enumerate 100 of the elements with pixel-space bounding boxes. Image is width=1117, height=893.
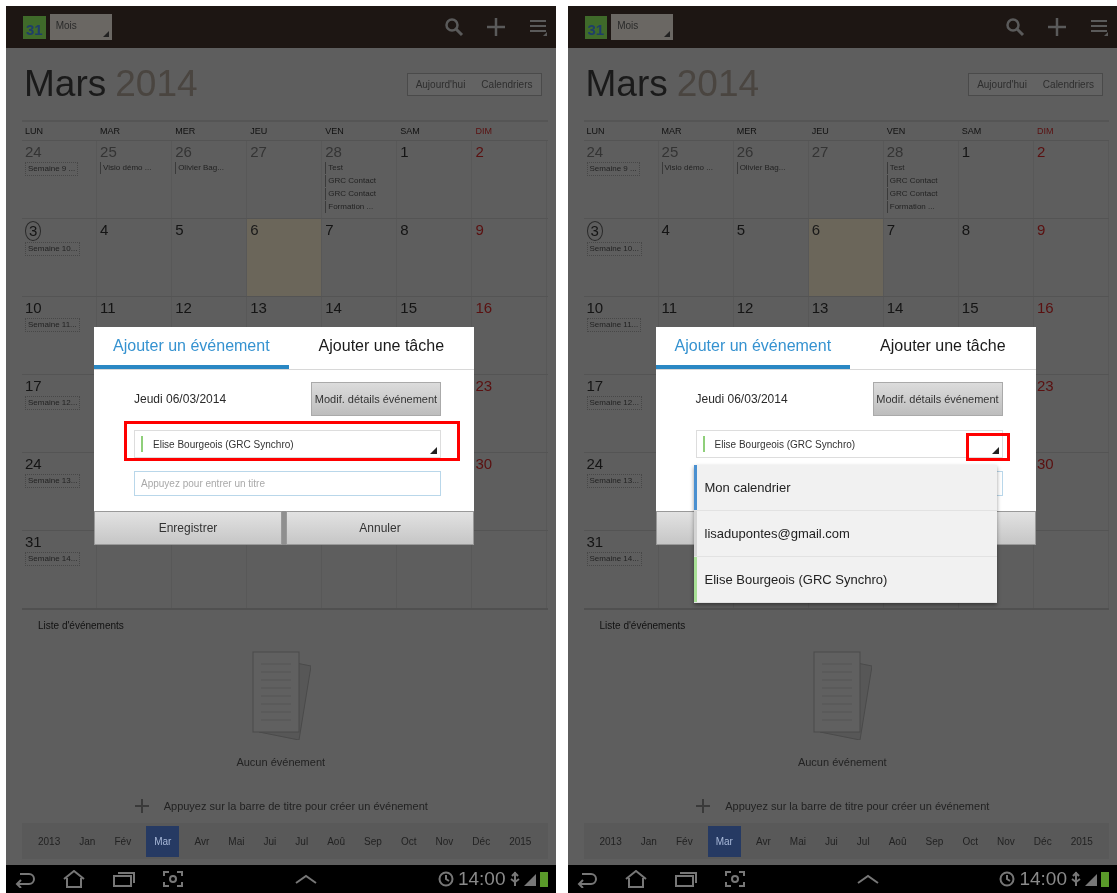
calendar-option[interactable]: Elise Bourgeois (GRC Synchro) — [696, 572, 888, 587]
day-number[interactable]: 24 — [25, 455, 42, 473]
dialog-button[interactable]: Enregistrer — [94, 511, 282, 545]
weekday-label: MER — [174, 125, 197, 138]
home-icon[interactable] — [62, 870, 86, 888]
alarm-icon — [437, 871, 454, 887]
dialog-button[interactable]: Annuler — [286, 511, 474, 545]
dialog-tab[interactable]: Ajouter une tâche — [288, 327, 474, 369]
plus-icon[interactable] — [485, 17, 506, 37]
battery-icon — [539, 871, 548, 887]
day-number[interactable]: 10 — [25, 299, 42, 317]
day-number[interactable]: 1 — [400, 143, 409, 161]
day-number[interactable]: 30 — [1036, 455, 1054, 473]
back-icon[interactable] — [14, 870, 36, 888]
event-date: Jeudi 06/03/2014 — [134, 392, 227, 406]
weekday-label: JEU — [249, 125, 269, 138]
day-number[interactable]: 10 — [586, 299, 604, 317]
calendar-app-icon[interactable]: 31 — [584, 15, 608, 39]
day-number[interactable]: 17 — [586, 377, 604, 395]
title-input-field[interactable]: Appuyez pour entrer un titre — [134, 471, 441, 496]
list-title: Liste d'événements — [37, 619, 124, 631]
menu-icon[interactable] — [527, 17, 548, 37]
day-number[interactable]: 31 — [25, 533, 42, 551]
edit-details-button[interactable]: Modif. détails événement — [311, 382, 441, 416]
empty-message: Aucun événement — [797, 756, 887, 768]
weekday-label: LUN — [585, 125, 606, 138]
day-number[interactable]: 13 — [250, 299, 267, 317]
day-number[interactable]: 6 — [250, 221, 259, 239]
day-number[interactable]: 5 — [175, 221, 184, 239]
dialog-tab[interactable]: Ajouter une tâche — [850, 327, 1036, 369]
plus-icon[interactable] — [1047, 17, 1067, 37]
day-number[interactable]: 5 — [736, 221, 745, 239]
day-number[interactable]: 15 — [961, 299, 979, 317]
weekday-label: DIM — [474, 125, 493, 138]
day-number[interactable]: 4 — [661, 221, 670, 239]
calendar-app-icon[interactable]: 31 — [23, 15, 46, 39]
battery-icon — [1101, 871, 1109, 887]
weekday-label: VEN — [885, 125, 907, 138]
up-caret-icon[interactable] — [294, 873, 318, 885]
day-number[interactable]: 14 — [325, 299, 342, 317]
month-tab[interactable]: Avr — [751, 825, 775, 857]
day-number[interactable]: 17 — [25, 377, 42, 395]
menu-icon[interactable] — [1089, 17, 1109, 37]
day-number[interactable]: 6 — [811, 221, 821, 239]
edit-details-button[interactable]: Modif. détails événement — [872, 382, 1003, 416]
day-number[interactable]: 9 — [475, 221, 484, 239]
weekday-label: SAM — [399, 125, 421, 138]
dialog-tab[interactable]: Ajouter un événement — [655, 327, 851, 369]
day-number[interactable]: 2 — [1036, 143, 1046, 161]
up-caret-icon[interactable] — [855, 873, 880, 885]
signal-icon — [523, 872, 536, 886]
day-number[interactable]: 23 — [1036, 377, 1054, 395]
recent-apps-icon[interactable] — [112, 870, 136, 888]
screenshot-icon[interactable] — [723, 870, 746, 888]
day-number[interactable]: 11 — [661, 299, 678, 317]
day-number[interactable]: 23 — [475, 377, 493, 395]
view-dropdown[interactable]: Mois — [611, 14, 674, 40]
day-number[interactable]: 8 — [961, 221, 971, 239]
day-number[interactable]: 13 — [811, 299, 829, 317]
screenshot-icon[interactable] — [162, 870, 184, 888]
signal-icon — [1085, 872, 1097, 886]
calendar-option[interactable]: lisadupontes@gmail.com — [696, 526, 850, 541]
weekday-label: MAR — [660, 125, 683, 138]
day-number[interactable]: 4 — [100, 221, 109, 239]
dialog-tab[interactable]: Ajouter un événement — [94, 327, 289, 369]
day-number[interactable]: 11 — [100, 299, 116, 317]
day-number[interactable]: 9 — [1036, 221, 1046, 239]
usb-icon — [509, 871, 520, 887]
day-number[interactable]: 12 — [736, 299, 754, 317]
day-number[interactable]: 30 — [475, 455, 493, 473]
day-number[interactable]: 24 — [586, 455, 604, 473]
month-tab[interactable]: Mar — [146, 825, 180, 857]
dropdown-arrow-icon[interactable] — [430, 447, 437, 454]
calendar-option[interactable]: Mon calendrier — [696, 480, 791, 495]
search-icon[interactable] — [1005, 17, 1025, 37]
day-number[interactable]: 8 — [400, 221, 409, 239]
home-icon[interactable] — [623, 870, 648, 888]
day-number[interactable]: 16 — [1036, 299, 1054, 317]
weekday-label: MAR — [99, 125, 122, 138]
recent-apps-icon[interactable] — [673, 870, 698, 888]
day-number[interactable]: 2 — [475, 143, 484, 161]
search-icon[interactable] — [443, 17, 464, 37]
month-tab[interactable]: Mar — [707, 825, 741, 857]
day-number[interactable]: 7 — [325, 221, 334, 239]
day-number[interactable]: 15 — [400, 299, 418, 317]
day-number[interactable]: 14 — [886, 299, 904, 317]
day-number[interactable]: 12 — [175, 299, 192, 317]
calendar-dropdown[interactable]: Elise Bourgeois (GRC Synchro) — [134, 430, 441, 458]
day-number[interactable]: 31 — [586, 533, 604, 551]
day-number[interactable]: 7 — [886, 221, 896, 239]
day-number[interactable]: 16 — [475, 299, 493, 317]
back-icon[interactable] — [575, 870, 598, 888]
list-title: Liste d'événements — [598, 619, 686, 631]
month-tab[interactable]: Aoû — [323, 825, 349, 857]
month-title: Mars — [24, 63, 107, 105]
calendar-dropdown[interactable]: Elise Bourgeois (GRC Synchro) — [695, 430, 1003, 458]
day-number[interactable]: 1 — [961, 143, 971, 161]
view-dropdown[interactable]: Mois — [49, 14, 112, 40]
dropdown-arrow-icon[interactable] — [991, 447, 999, 454]
month-tab[interactable]: Mai — [785, 825, 810, 857]
